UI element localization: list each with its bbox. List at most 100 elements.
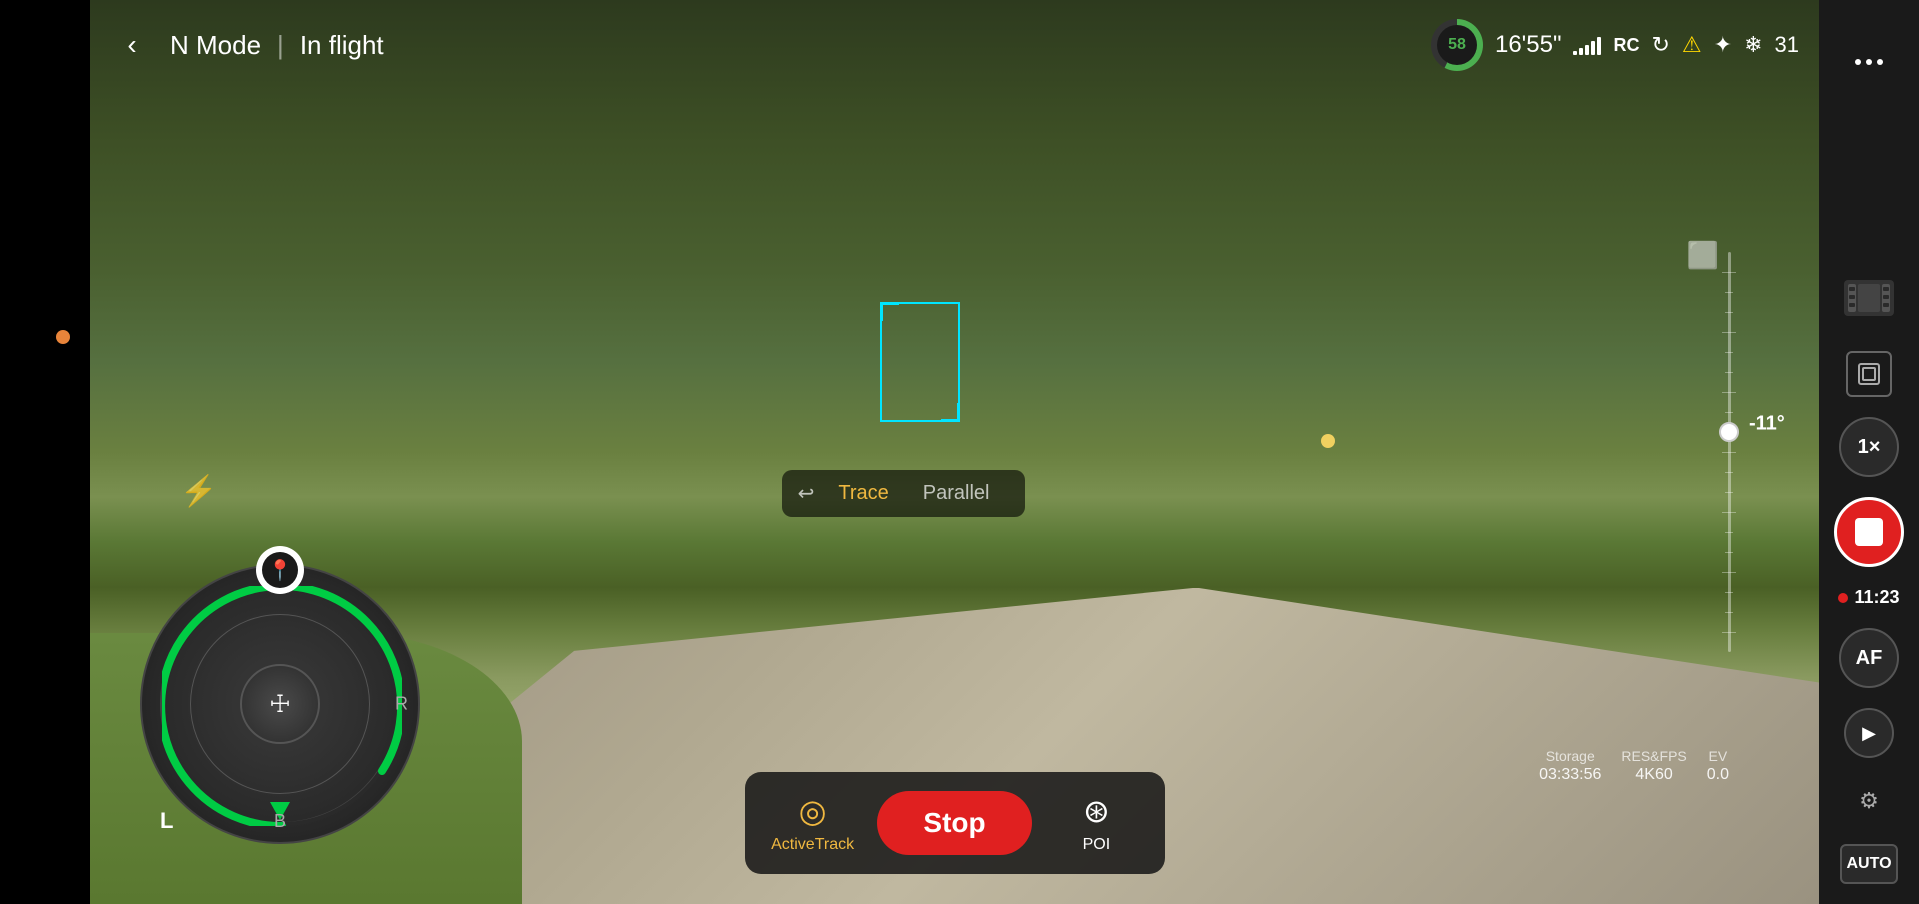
joystick-knob[interactable]: ☩ xyxy=(240,664,320,744)
tick-10 xyxy=(1722,452,1736,453)
bottom-control-bar: ◎ ActiveTrack Stop ⊛ POI xyxy=(745,772,1165,874)
poi-label: POI xyxy=(1083,836,1111,854)
tick-17 xyxy=(1725,592,1733,593)
dot-2 xyxy=(1866,59,1872,65)
tick-13 xyxy=(1722,512,1736,513)
film-strip-icon xyxy=(1844,280,1894,316)
auto-label: AUTO xyxy=(1846,855,1891,873)
right-control-panel: 1× 11:23 AF ▶ ⚙ AUTO xyxy=(1819,0,1919,904)
tick-14 xyxy=(1725,532,1733,533)
resolution-label: RES&FPS xyxy=(1621,748,1686,764)
more-options-button[interactable] xyxy=(1849,50,1889,74)
top-status-bar: ‹ N Mode | In flight 58 16'55" RC xyxy=(90,0,1819,90)
ev-value: 0.0 xyxy=(1707,766,1729,784)
tick-18 xyxy=(1725,612,1733,613)
rec-time-value: 11:23 xyxy=(1854,587,1899,608)
header-divider: | xyxy=(277,30,284,61)
tick-11 xyxy=(1725,472,1733,473)
resolution-value: 4K60 xyxy=(1635,766,1672,784)
storage-time-value: 03:33:56 xyxy=(1539,766,1601,784)
trace-mode-button[interactable]: Trace xyxy=(826,478,900,509)
back-button[interactable]: ‹ xyxy=(110,23,154,67)
tick-6 xyxy=(1725,372,1733,373)
poi-button[interactable]: ⊛ POI xyxy=(1036,784,1156,862)
tick-3 xyxy=(1725,312,1733,313)
dot-1 xyxy=(1855,59,1861,65)
satellite-icon: ❄ xyxy=(1744,32,1762,58)
bottom-right-info-panel: Storage 03:33:56 RES&FPS 4K60 EV 0.0 xyxy=(1539,748,1729,784)
tilt-slider[interactable]: -11° xyxy=(1719,252,1739,652)
status-right-group: 58 16'55" RC ↻ ⚠ ✦ ❄ 31 xyxy=(1431,19,1799,71)
location-pin-icon: 📍 xyxy=(268,558,293,583)
active-track-icon: ◎ xyxy=(799,792,827,830)
joystick-control[interactable]: ⚡ F B R 📍 xyxy=(140,564,420,844)
signal-bar-1 xyxy=(1573,51,1577,55)
sync-icon: ↻ xyxy=(1651,32,1669,58)
location-button-inner: 📍 xyxy=(262,552,298,588)
main-drone-view: ‹ N Mode | In flight 58 16'55" RC xyxy=(90,0,1819,904)
flight-time-display: 16'55" xyxy=(1495,31,1562,59)
tick-1 xyxy=(1722,272,1736,273)
rec-dot-icon xyxy=(1838,593,1848,603)
poi-icon: ⊛ xyxy=(1083,792,1110,830)
signal-strength-icon xyxy=(1573,35,1601,55)
ev-label: EV xyxy=(1709,748,1728,764)
person-track-icon: ⚡ xyxy=(180,474,217,509)
signal-bar-3 xyxy=(1585,45,1589,55)
left-bar xyxy=(0,0,90,904)
dot-3 xyxy=(1877,59,1883,65)
record-stop-icon xyxy=(1855,518,1883,546)
back-arrow-icon: ‹ xyxy=(127,29,136,61)
stop-button[interactable]: Stop xyxy=(877,791,1033,855)
mode-back-arrow-icon[interactable]: ↩ xyxy=(798,481,815,506)
zoom-label: 1× xyxy=(1858,436,1881,459)
battery-percent: 58 xyxy=(1448,36,1466,54)
storage-info: Storage 03:33:56 xyxy=(1539,748,1601,784)
signal-bar-2 xyxy=(1579,48,1583,55)
expand-button[interactable] xyxy=(1846,351,1892,397)
stop-label: Stop xyxy=(923,807,985,839)
tracking-mode-selector: ↩ Trace Parallel xyxy=(782,470,1026,517)
recording-time: 11:23 xyxy=(1838,587,1899,608)
joystick-center-icon: ☩ xyxy=(269,690,291,719)
ev-info: EV 0.0 xyxy=(1707,748,1729,784)
satellite-count: 31 xyxy=(1775,32,1799,58)
record-button[interactable] xyxy=(1834,497,1904,567)
resolution-info: RES&FPS 4K60 xyxy=(1621,748,1686,784)
autofocus-button[interactable]: AF xyxy=(1839,628,1899,688)
parallel-mode-button[interactable]: Parallel xyxy=(903,478,1010,509)
settings-gear-icon: ⚙ xyxy=(1859,788,1879,814)
active-track-label: ActiveTrack xyxy=(771,836,854,854)
signal-bar-4 xyxy=(1591,41,1595,55)
auto-mode-button[interactable]: AUTO xyxy=(1840,844,1898,884)
joystick-outer-ring: F B R 📍 ☩ xyxy=(140,564,420,844)
playback-button[interactable]: ▶ xyxy=(1844,708,1894,758)
tick-19 xyxy=(1722,632,1736,633)
flight-status-label: In flight xyxy=(300,30,384,61)
tilt-angle-value: -11° xyxy=(1749,413,1785,436)
tick-2 xyxy=(1725,292,1733,293)
active-track-button[interactable]: ◎ ActiveTrack xyxy=(753,784,873,862)
compass-icon: ✦ xyxy=(1714,32,1732,58)
subject-bounding-box xyxy=(880,302,960,422)
joystick-back-label: B xyxy=(274,811,286,832)
tracking-box xyxy=(880,302,960,422)
status-dot xyxy=(56,330,70,344)
joystick-right-label: R xyxy=(395,694,408,715)
info-row: Storage 03:33:56 RES&FPS 4K60 EV 0.0 xyxy=(1539,748,1729,784)
flight-mode-label: N Mode xyxy=(170,30,261,61)
location-button[interactable]: 📍 xyxy=(256,546,304,594)
settings-icon[interactable]: ⚙ xyxy=(1846,778,1892,824)
media-library-button[interactable] xyxy=(1844,280,1894,321)
battery-inner: 58 xyxy=(1437,25,1477,65)
tick-15 xyxy=(1725,552,1733,553)
zoom-button[interactable]: 1× xyxy=(1839,417,1899,477)
storage-label: Storage xyxy=(1546,748,1595,764)
battery-indicator: 58 xyxy=(1431,19,1483,71)
tick-8 xyxy=(1725,412,1733,413)
frame-overlay-icon[interactable]: ⬜ xyxy=(1687,240,1719,271)
tick-12 xyxy=(1725,492,1733,493)
tilt-handle[interactable] xyxy=(1719,422,1739,442)
joystick-left-label: L xyxy=(160,808,173,834)
tilt-track xyxy=(1728,252,1731,652)
